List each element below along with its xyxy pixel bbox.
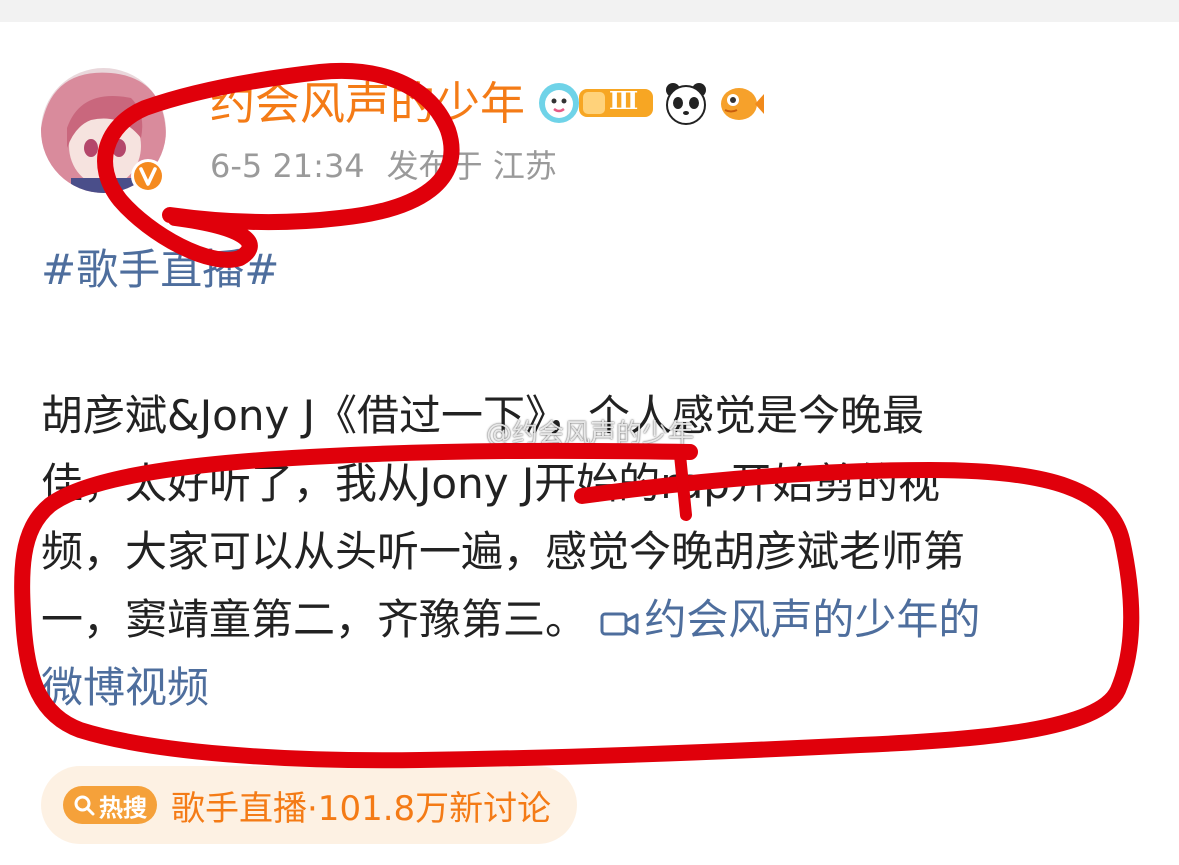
hashtag-link[interactable]: #歌手直播# xyxy=(41,244,279,296)
panda-icon xyxy=(666,83,706,125)
watermark: @约会风声的少年 xyxy=(452,418,694,450)
weibo-logo-icon xyxy=(453,422,485,446)
verified-v-icon xyxy=(130,158,166,194)
level-badge-text: Ⅲ xyxy=(609,86,639,115)
video-camera-icon xyxy=(600,612,639,636)
hot-search-badge: 热搜 xyxy=(63,786,157,824)
hot-search-text: 歌手直播·101.8万新讨论 xyxy=(171,788,552,829)
post-body-line-4-text: 一，窦靖童第二，齐豫第三。 xyxy=(41,595,588,644)
post-location: 发布于 江苏 xyxy=(386,147,557,185)
fish-icon xyxy=(721,88,764,120)
author-name[interactable]: 约会风声的少年 xyxy=(210,76,525,132)
author-badges: Ⅲ xyxy=(535,80,765,126)
weibo-post-screenshot: 约会风声的少年 Ⅲ 6-5 21:34 发布于 江苏 #歌手直播# 胡彦斌&Jo… xyxy=(0,0,1179,865)
search-icon xyxy=(74,795,95,816)
post-body-line-3: 频，大家可以从头听一遍，感觉今晚胡彦斌老师第 xyxy=(41,527,966,576)
post-body-line-2: 佳，太好听了，我从Jony J开始的rap开始剪的视 xyxy=(41,459,940,508)
video-link-text-1: 约会风声的少年的 xyxy=(644,595,981,644)
post-meta: 6-5 21:34 发布于 江苏 xyxy=(210,146,579,186)
video-link[interactable]: 约会风声的少年的 xyxy=(600,595,980,644)
top-divider-strip xyxy=(0,0,1179,22)
watermark-text: @约会风声的少年 xyxy=(486,419,695,449)
hot-search-pill[interactable]: 热搜 歌手直播·101.8万新讨论 xyxy=(41,766,578,844)
post-time: 6-5 21:34 xyxy=(210,147,365,185)
hot-search-badge-label: 热搜 xyxy=(99,793,147,822)
video-link-line-2[interactable]: 微博视频 xyxy=(41,654,1121,722)
post-body-line-4: 一，窦靖童第二，齐豫第三。 约会风声的少年的 xyxy=(41,586,1121,654)
